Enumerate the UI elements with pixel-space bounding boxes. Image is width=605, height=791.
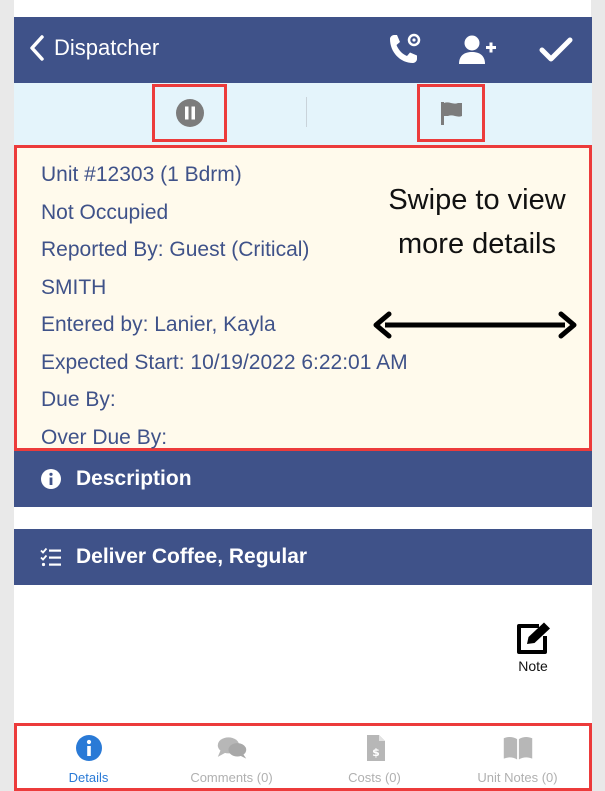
unit-line: Unit #12303 (1 Bdrm) [41, 163, 242, 186]
tab-costs[interactable]: $ Costs (0) [303, 726, 446, 788]
flag-button[interactable] [417, 84, 485, 142]
description-header[interactable]: Description [14, 451, 592, 507]
details-panel[interactable]: Unit #12303 (1 Bdrm) Not Occupied Report… [14, 145, 592, 451]
add-user-button[interactable] [457, 31, 497, 69]
status-strip [14, 83, 592, 145]
occupancy-line: Not Occupied [41, 200, 169, 224]
reported-by-line: Reported By: Guest (Critical) [41, 238, 310, 261]
task-title: Deliver Coffee, Regular [76, 545, 308, 568]
detail-list: Unit #12303 (1 Bdrm) Not Occupied Report… [41, 156, 408, 456]
task-header[interactable]: Deliver Coffee, Regular [14, 529, 592, 585]
description-content [14, 507, 592, 529]
edit-icon [517, 622, 550, 654]
tab-details[interactable]: Details [17, 726, 160, 788]
entered-by-line: Entered by: Lanier, Kayla [41, 313, 276, 336]
comments-icon [217, 737, 246, 759]
app-window: Dispatcher Unit #12303 (1 Bdrm) Not Occu… [14, 17, 592, 791]
tab-comments-label: Comments (0) [190, 770, 273, 785]
info-icon [75, 735, 102, 761]
info-icon [41, 469, 61, 489]
tab-costs-label: Costs (0) [348, 770, 401, 785]
pause-button[interactable] [152, 84, 227, 142]
invoice-icon: $ [366, 735, 385, 761]
note-button[interactable]: Note [512, 620, 554, 674]
back-label: Dispatcher [54, 35, 160, 60]
top-bar: Dispatcher [14, 17, 592, 83]
tab-unit-notes[interactable]: Unit Notes (0) [446, 726, 589, 788]
checklist-icon [40, 547, 61, 567]
tab-comments[interactable]: Comments (0) [160, 726, 303, 788]
expected-start-line: Expected Start: 10/19/2022 6:22:01 AM [41, 350, 408, 374]
add-user-icon [459, 35, 496, 64]
swipe-hint: Swipe to view more details [388, 184, 566, 260]
double-arrow-icon [373, 311, 577, 339]
tab-details-label: Details [68, 770, 109, 785]
tab-unit-notes-label: Unit Notes (0) [477, 770, 558, 785]
strip-divider [306, 97, 307, 127]
checkmark-icon [539, 37, 573, 62]
note-label: Note [518, 658, 548, 674]
svg-text:$: $ [372, 746, 380, 759]
guest-name-line: SMITH [41, 275, 107, 299]
phone-icon [390, 33, 421, 63]
back-button[interactable]: Dispatcher [28, 34, 159, 62]
screen-frame: Dispatcher Unit #12303 (1 Bdrm) Not Occu… [0, 0, 605, 791]
flag-icon [441, 102, 462, 125]
pause-icon [175, 99, 204, 127]
description-title: Description [76, 467, 192, 490]
confirm-button[interactable] [536, 31, 576, 69]
call-button[interactable] [384, 31, 424, 69]
chevron-left-icon [30, 35, 44, 61]
book-icon [503, 736, 532, 760]
bottom-tab-bar: Details Comments (0) $ Costs (0) Unit No… [14, 723, 592, 791]
due-by-line: Due By: [41, 388, 116, 411]
